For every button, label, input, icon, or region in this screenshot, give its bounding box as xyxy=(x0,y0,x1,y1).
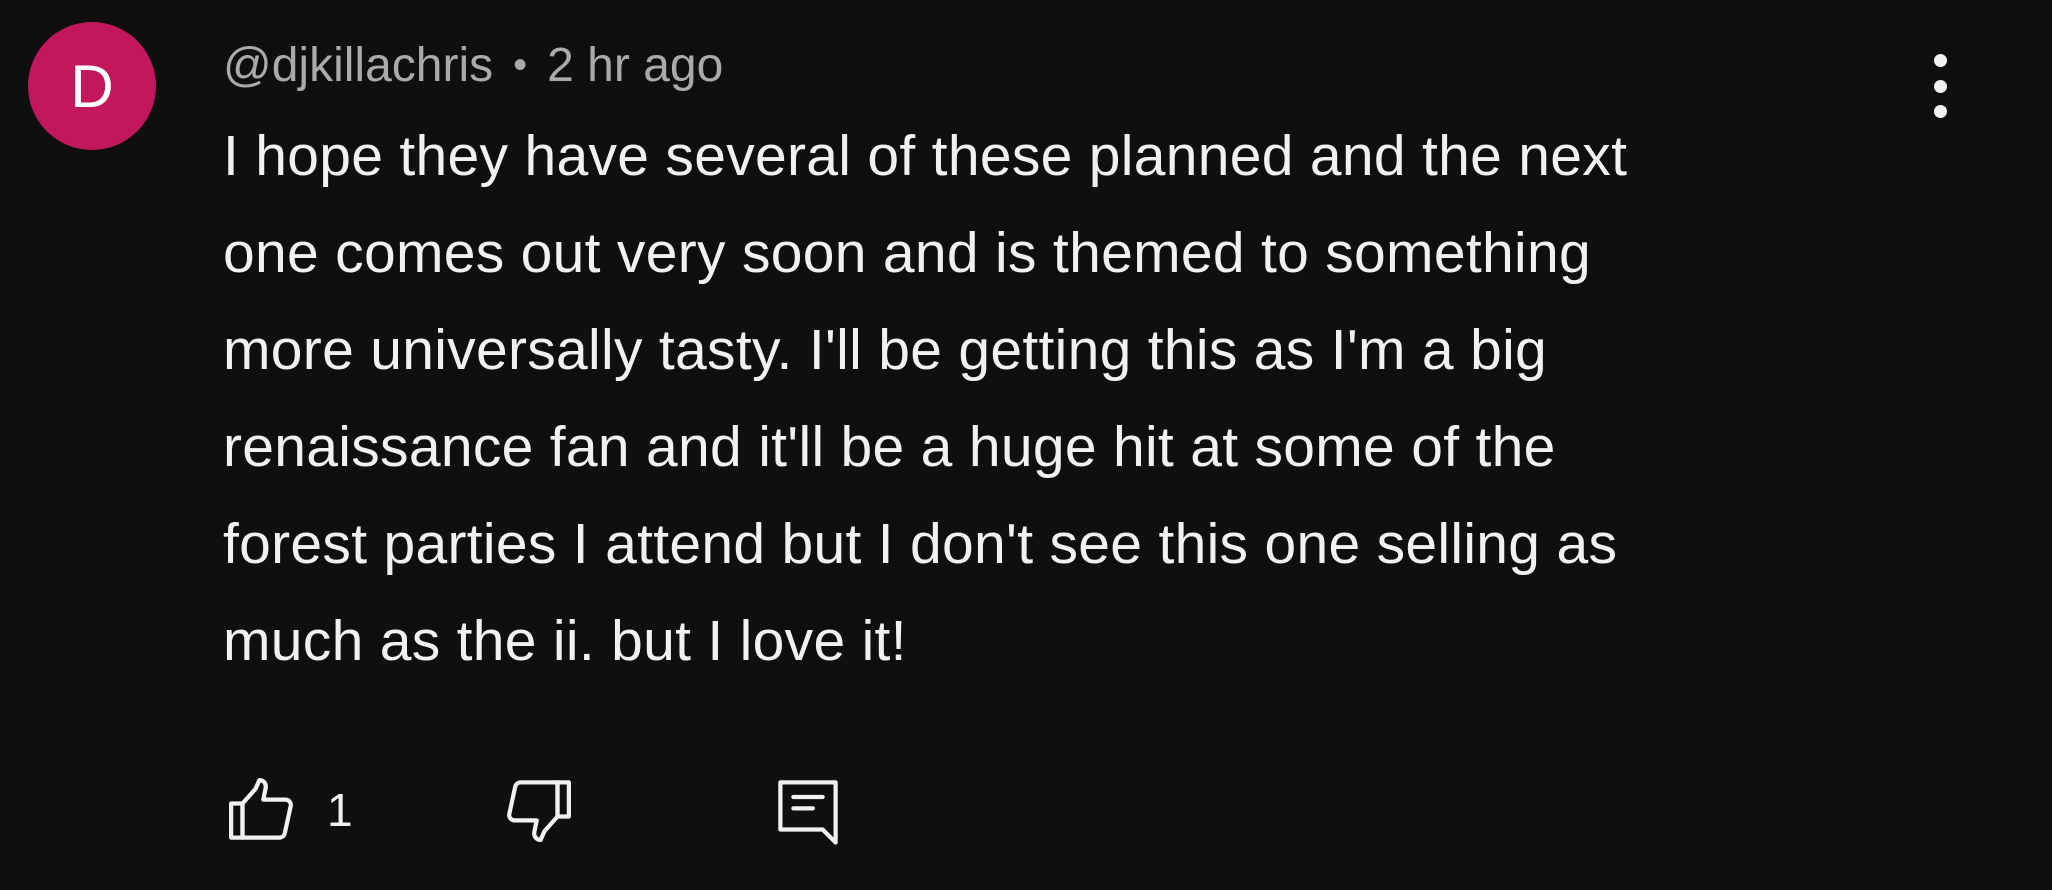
comment-text: I hope they have several of these planne… xyxy=(223,124,1628,673)
like-button[interactable]: 1 xyxy=(223,771,353,849)
author-handle[interactable]: @djkillachris xyxy=(223,38,493,93)
timestamp[interactable]: 2 hr ago xyxy=(547,38,723,93)
thumbs-up-icon xyxy=(229,777,293,840)
reply-button[interactable] xyxy=(769,771,847,849)
like-count: 1 xyxy=(327,784,353,836)
dislike-button[interactable] xyxy=(499,771,577,849)
comment-card: D @djkillachris • 2 hr ago I hope they h… xyxy=(0,0,2052,890)
comment-reply-icon xyxy=(777,780,838,845)
avatar[interactable]: D xyxy=(28,22,156,150)
comment-header: @djkillachris • 2 hr ago xyxy=(223,30,723,100)
thumbs-down-icon xyxy=(506,780,571,843)
more-vertical-icon-dot xyxy=(1933,79,1947,93)
more-vertical-icon xyxy=(1933,54,1947,67)
separator-dot: • xyxy=(513,42,528,87)
comment-actions: 1 xyxy=(223,762,847,858)
avatar-initial: D xyxy=(70,52,114,120)
